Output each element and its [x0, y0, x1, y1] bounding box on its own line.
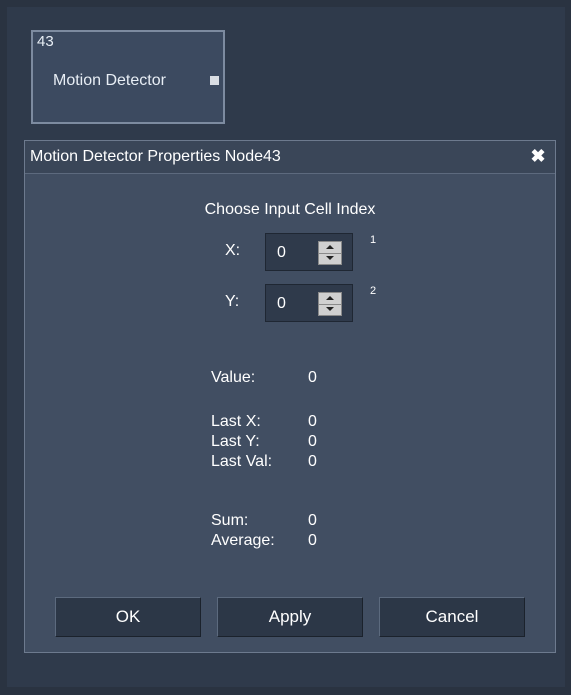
- y-label: Y:: [225, 293, 240, 310]
- last-x-value: 0: [308, 413, 317, 430]
- arrow-up-icon: [326, 296, 334, 300]
- sum-label: Sum:: [211, 512, 249, 529]
- dialog-titlebar[interactable]: Motion Detector Properties Node43 ✖: [25, 141, 555, 174]
- last-readouts: Last X: 0 Last Y: 0 Last Val: 0: [211, 412, 317, 472]
- last-val-label: Last Val:: [211, 453, 273, 470]
- average-label: Average:: [211, 532, 275, 549]
- output-port[interactable]: [210, 76, 219, 85]
- last-y-value: 0: [308, 433, 317, 450]
- arrow-down-icon: [326, 307, 334, 311]
- stats-readouts: Sum: 0 Average: 0: [211, 511, 317, 551]
- y-superscript: 2: [370, 285, 377, 297]
- y-value[interactable]: 0: [277, 295, 286, 313]
- value-number: 0: [308, 369, 317, 386]
- x-superscript: 1: [370, 234, 377, 246]
- value-label: Value:: [211, 369, 256, 386]
- y-spin-buttons: [318, 292, 342, 316]
- close-icon[interactable]: ✖: [530, 147, 546, 165]
- motion-detector-node[interactable]: 43 Motion Detector: [31, 30, 225, 124]
- cancel-button[interactable]: Cancel: [379, 597, 525, 637]
- last-y-row: Last Y: 0: [211, 432, 317, 452]
- properties-dialog: Motion Detector Properties Node43 ✖ Choo…: [24, 140, 556, 653]
- value-row: Value: 0: [211, 368, 317, 388]
- x-decrement-button[interactable]: [319, 253, 341, 264]
- x-spinner[interactable]: 0: [265, 233, 353, 271]
- apply-button[interactable]: Apply: [217, 597, 363, 637]
- node-label: Motion Detector: [53, 72, 166, 89]
- average-value: 0: [308, 532, 317, 549]
- y-decrement-button[interactable]: [319, 304, 341, 315]
- arrow-up-icon: [326, 245, 334, 249]
- x-value[interactable]: 0: [277, 244, 286, 262]
- last-val-row: Last Val: 0: [211, 452, 317, 472]
- last-y-label: Last Y:: [211, 433, 260, 450]
- node-id: 43: [37, 33, 54, 50]
- x-label: X:: [225, 242, 241, 259]
- last-val-value: 0: [308, 453, 317, 470]
- arrow-down-icon: [326, 256, 334, 260]
- last-x-row: Last X: 0: [211, 412, 317, 432]
- y-spinner[interactable]: 0: [265, 284, 353, 322]
- section-heading: Choose Input Cell Index: [204, 201, 376, 218]
- sum-row: Sum: 0: [211, 511, 317, 531]
- dialog-title: Motion Detector Properties Node43: [30, 148, 281, 165]
- value-readout: Value: 0: [211, 368, 317, 388]
- average-row: Average: 0: [211, 531, 317, 551]
- sum-value: 0: [308, 512, 317, 529]
- last-x-label: Last X:: [211, 413, 261, 430]
- ok-button[interactable]: OK: [55, 597, 201, 637]
- x-spin-buttons: [318, 241, 342, 265]
